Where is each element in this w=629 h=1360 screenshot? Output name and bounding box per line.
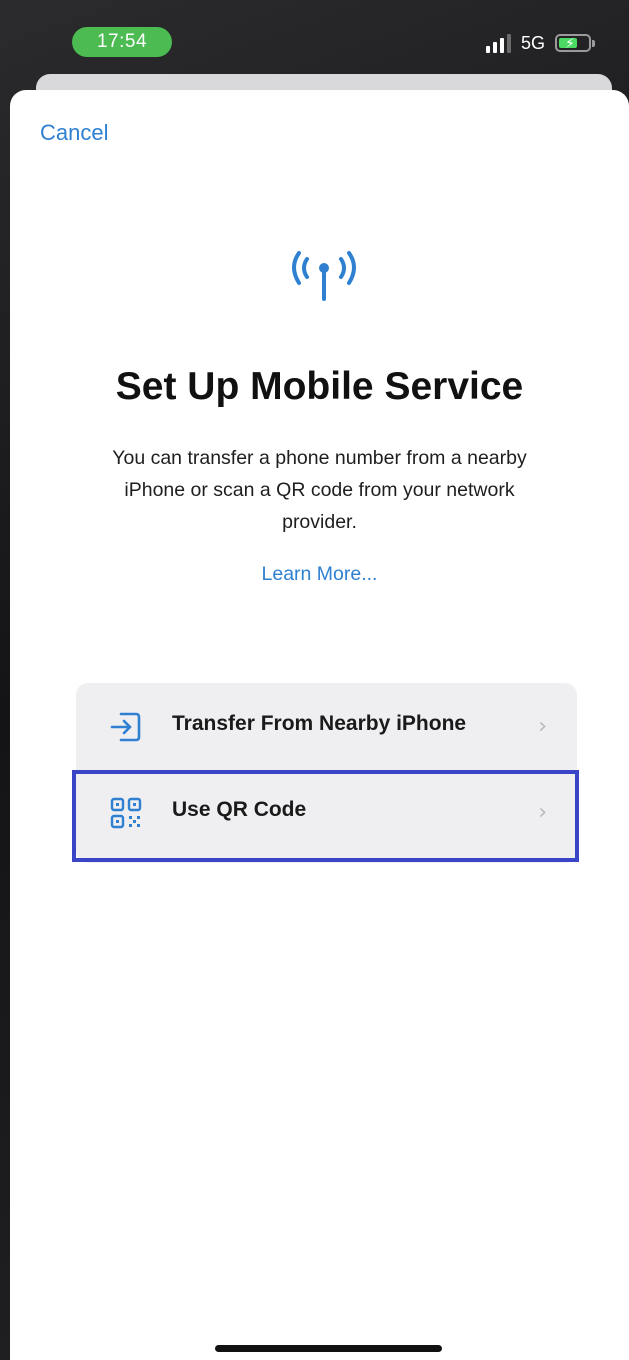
chevron-right-icon: › xyxy=(538,714,547,739)
page-title: Set Up Mobile Service xyxy=(115,365,524,408)
chevron-right-icon: › xyxy=(538,800,547,825)
transfer-arrow-icon xyxy=(110,712,141,742)
option-label: Transfer From Nearby iPhone xyxy=(172,712,467,735)
qr-code-icon xyxy=(110,797,142,829)
page-description: You can transfer a phone number from a n… xyxy=(112,447,527,533)
cancel-button[interactable]: Cancel xyxy=(40,120,108,146)
setup-mobile-service-sheet: Cancel Set Up Mobile Service You can tra… xyxy=(10,90,629,1360)
option-transfer-from-nearby-iphone[interactable]: Transfer From Nearby iPhone › xyxy=(76,683,577,771)
cellular-signal-icon xyxy=(485,33,511,53)
battery-charging-icon: ⚡ xyxy=(555,34,595,52)
antenna-radiowaves-icon xyxy=(292,251,356,301)
status-time[interactable]: 17:54 xyxy=(72,27,172,57)
option-use-qr-code[interactable]: Use QR Code › xyxy=(76,769,577,857)
status-bar: 17:54 5G ⚡ xyxy=(0,0,629,74)
status-indicators: 5G ⚡ xyxy=(485,30,595,56)
option-label: Use QR Code xyxy=(172,798,307,821)
phone-screen: 17:54 5G ⚡ Cancel Set Up Mobile Service … xyxy=(0,0,629,1360)
home-indicator[interactable] xyxy=(215,1345,442,1352)
network-type-label: 5G xyxy=(520,32,545,53)
learn-more-link[interactable]: Learn More... xyxy=(10,563,629,586)
setup-options-list: Transfer From Nearby iPhone › Use QR Cod… xyxy=(76,683,577,863)
